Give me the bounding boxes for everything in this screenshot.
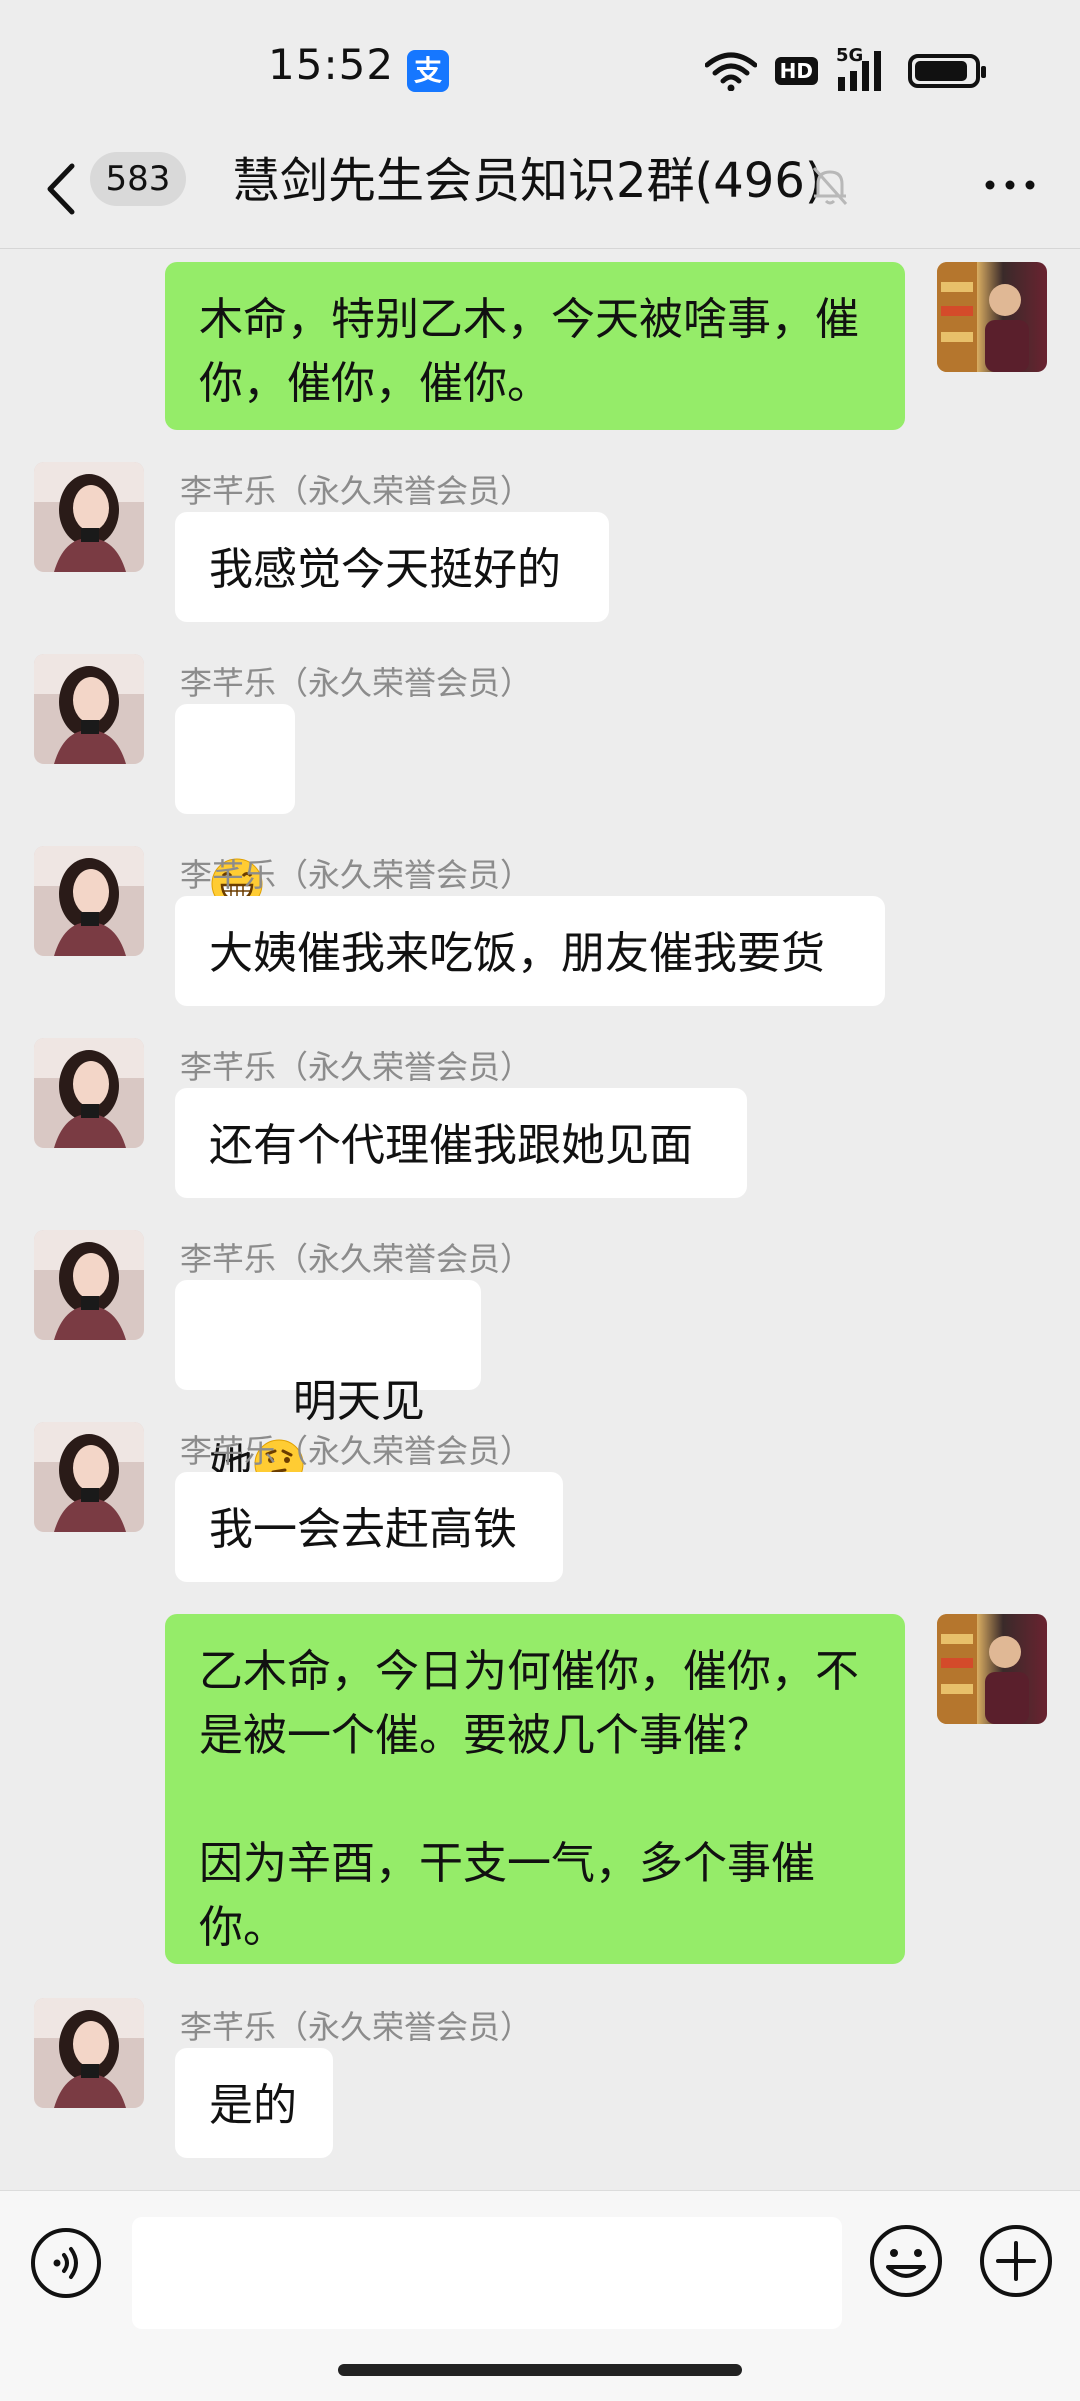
status-bar: 15:52 支 HD 5G: [0, 0, 1080, 130]
wifi-icon: [704, 52, 757, 91]
sender-name: 李芊乐（永久荣誉会员）: [180, 1048, 533, 1086]
sender-name: 李芊乐（永久荣誉会员）: [180, 664, 533, 702]
bell-muted-icon: [812, 167, 848, 205]
avatar-sender[interactable]: [34, 654, 144, 764]
avatar-sender[interactable]: [34, 1230, 144, 1340]
status-time: 15:52: [268, 40, 395, 89]
sender-name: 李芊乐（永久荣誉会员）: [180, 1240, 533, 1278]
message-incoming: 李芊乐（永久荣誉会员）: [0, 654, 1080, 910]
message-bubble[interactable]: 是的: [175, 2048, 333, 2158]
message-bubble[interactable]: [175, 704, 295, 910]
message-incoming: 李芊乐（永久荣誉会员） 明天见她: [0, 1230, 1080, 1491]
more-icon[interactable]: [980, 160, 1040, 210]
chat-header: 583 慧剑先生会员知识2群(496): [0, 130, 1080, 249]
sender-name: 李芊乐（永久荣誉会员）: [180, 2008, 533, 2046]
sender-name: 李芊乐（永久荣誉会员）: [180, 1432, 533, 1470]
avatar-sender[interactable]: [34, 1998, 144, 2108]
avatar-sender[interactable]: [34, 1038, 144, 1148]
emoji-icon[interactable]: [868, 2223, 944, 2299]
chevron-left-icon[interactable]: [38, 156, 88, 222]
message-incoming: 李芊乐（永久荣誉会员） 我一会去赶高铁: [0, 1422, 1080, 1582]
avatar-self[interactable]: [937, 1614, 1047, 1724]
message-bubble[interactable]: 我一会去赶高铁: [175, 1472, 563, 1582]
message-bubble[interactable]: 还有个代理催我跟她见面: [175, 1088, 747, 1198]
hd-badge: HD: [774, 57, 818, 85]
sender-name: 李芊乐（永久荣誉会员）: [180, 856, 533, 894]
status-icons: HD 5G: [704, 45, 986, 96]
message-incoming: 李芊乐（永久荣誉会员） 大姨催我来吃饭，朋友催我要货: [0, 846, 1080, 1006]
plus-icon[interactable]: [978, 2223, 1054, 2299]
unread-count-badge[interactable]: 583: [90, 152, 186, 206]
message-bubble[interactable]: 木命，特别乙木，今天被啥事，催 你，催你，催你。: [165, 262, 905, 430]
message-bubble[interactable]: 明天见她: [175, 1280, 481, 1491]
battery-level: [915, 61, 967, 81]
alipay-icon: 支: [407, 50, 449, 92]
message-incoming: 李芊乐（永久荣誉会员） 是的: [0, 1998, 1080, 2158]
message-bubble[interactable]: 我感觉今天挺好的: [175, 512, 609, 622]
message-incoming: 李芊乐（永久荣誉会员） 还有个代理催我跟她见面: [0, 1038, 1080, 1198]
voice-icon[interactable]: [30, 2227, 102, 2299]
message-outgoing: 乙木命，今日为何催你，催你，不 是被一个催。要被几个事催？ 因为辛酉，干支一气，…: [0, 1614, 1080, 1964]
avatar-sender[interactable]: [34, 846, 144, 956]
message-incoming: 李芊乐（永久荣誉会员） 我感觉今天挺好的: [0, 462, 1080, 622]
avatar-self[interactable]: [937, 262, 1047, 372]
message-input[interactable]: [132, 2217, 842, 2329]
message-bubble[interactable]: 大姨催我来吃饭，朋友催我要货: [175, 896, 885, 1006]
avatar-sender[interactable]: [34, 462, 144, 572]
avatar-sender[interactable]: [34, 1422, 144, 1532]
message-bubble[interactable]: 乙木命，今日为何催你，催你，不 是被一个催。要被几个事催？ 因为辛酉，干支一气，…: [165, 1614, 905, 1964]
home-indicator[interactable]: [338, 2364, 742, 2376]
chat-title: 慧剑先生会员知识2群(496): [232, 153, 824, 209]
message-outgoing: 木命，特别乙木，今天被啥事，催 你，催你，催你。: [0, 262, 1080, 432]
sender-name: 李芊乐（永久荣誉会员）: [180, 472, 533, 510]
battery-icon: [908, 54, 986, 88]
signal-icon: 5G: [836, 45, 890, 93]
